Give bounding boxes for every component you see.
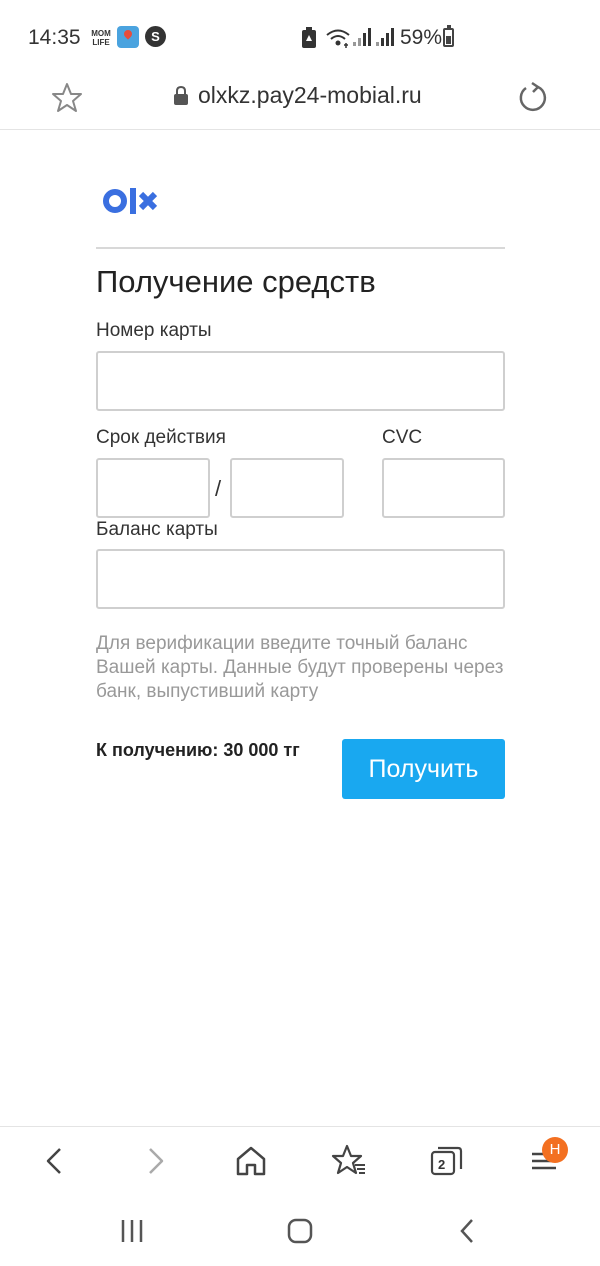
- url-field[interactable]: olxkz.pay24-mobial.ru: [198, 82, 422, 109]
- home-icon[interactable]: [231, 1141, 271, 1181]
- menu-badge: H: [542, 1137, 568, 1163]
- maps-app-icon: [117, 26, 139, 48]
- expiry-label: Срок действия: [96, 427, 226, 448]
- system-navbar: [0, 1198, 600, 1266]
- address-bar: olxkz.pay24-mobial.ru: [0, 76, 600, 130]
- cvc-input[interactable]: [382, 458, 505, 518]
- cvc-label: CVC: [382, 427, 423, 448]
- status-time: 14:35: [28, 26, 81, 49]
- tabs-icon: [430, 1146, 463, 1176]
- back-nav-icon[interactable]: [448, 1216, 488, 1246]
- olx-logo: [103, 188, 158, 214]
- expiry-separator: /: [215, 476, 222, 501]
- page-title: Получение средств: [96, 264, 376, 299]
- recent-apps-icon[interactable]: [112, 1216, 152, 1246]
- bookmark-star-icon[interactable]: [50, 81, 84, 115]
- back-icon[interactable]: [36, 1141, 76, 1181]
- card-number-label: Номер карты: [96, 320, 212, 341]
- reload-icon[interactable]: [516, 81, 550, 115]
- battery-icon: [443, 25, 454, 47]
- receive-button[interactable]: Получить: [342, 739, 505, 799]
- signal-icon: [353, 28, 371, 46]
- battery-percent: 59%: [400, 26, 443, 49]
- momlife-app-icon: MOM LIFE: [91, 29, 111, 47]
- expiry-month-input[interactable]: [96, 458, 210, 518]
- battery-saver-icon: [302, 27, 316, 48]
- status-bar: 14:35 MOM LIFE S 59%: [0, 0, 600, 76]
- forward-icon[interactable]: [134, 1141, 174, 1181]
- verification-hint: Для верификации введите точный баланс Ва…: [96, 633, 504, 702]
- signal-icon: [376, 28, 394, 46]
- lock-icon: [174, 86, 188, 105]
- browser-toolbar: 2 H: [0, 1126, 600, 1198]
- amount-label: К получению: 30 000 тг: [96, 740, 300, 760]
- shazam-app-icon: S: [145, 26, 166, 47]
- divider: [96, 247, 505, 249]
- card-number-input[interactable]: [96, 351, 505, 411]
- tabs-count: 2: [438, 1157, 446, 1172]
- home-nav-icon[interactable]: [280, 1216, 320, 1246]
- wifi-icon: [326, 29, 350, 48]
- balance-input[interactable]: [96, 549, 505, 609]
- tabs-button[interactable]: 2: [427, 1141, 467, 1181]
- expiry-year-input[interactable]: [230, 458, 344, 518]
- bookmarks-icon[interactable]: [329, 1141, 369, 1181]
- balance-label: Баланс карты: [96, 519, 218, 540]
